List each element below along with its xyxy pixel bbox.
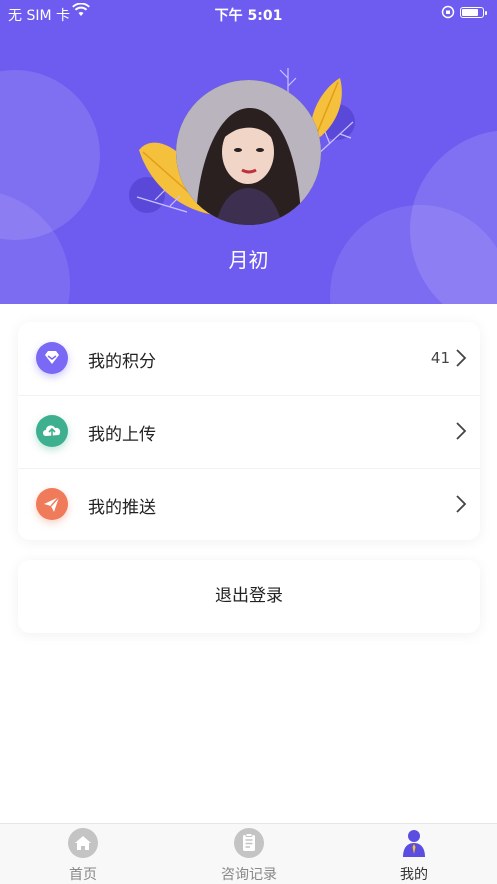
profile-person-icon <box>403 830 425 857</box>
tab-label: 我的 <box>400 867 428 883</box>
home-icon <box>68 828 98 858</box>
tab-home[interactable]: 首页 <box>0 824 166 884</box>
tab-label: 咨询记录 <box>221 867 277 883</box>
menu-item-push[interactable]: 我的推送 <box>18 468 480 540</box>
user-avatar[interactable] <box>176 80 321 225</box>
chevron-right-icon <box>456 349 467 367</box>
tab-consult-records[interactable]: 咨询记录 <box>166 824 332 884</box>
points-count: 41 <box>430 349 450 367</box>
points-diamond-icon <box>36 342 68 374</box>
tab-mine[interactable]: 我的 <box>331 824 497 884</box>
logout-button[interactable]: 退出登录 <box>18 560 480 633</box>
menu-item-label: 我的上传 <box>88 425 156 445</box>
clock-time: 下午 5:01 <box>214 8 283 24</box>
cloud-upload-icon <box>36 415 68 447</box>
paper-plane-icon <box>36 488 68 520</box>
rotation-lock-icon <box>441 5 455 23</box>
record-clipboard-icon <box>234 828 264 858</box>
battery-level <box>462 9 479 16</box>
menu-item-label: 我的推送 <box>88 498 156 518</box>
menu-card: 我的积分 41 我的上传 我的推送 <box>18 322 480 540</box>
profile-header: 无 SIM 卡 下午 5:01 月初 <box>0 0 497 304</box>
tab-label: 首页 <box>69 867 97 883</box>
username: 月初 <box>228 248 269 272</box>
tab-bar: 首页 咨询记录 我的 <box>0 823 497 884</box>
menu-item-uploads[interactable]: 我的上传 <box>18 395 480 467</box>
menu-item-label: 我的积分 <box>88 352 156 372</box>
chevron-right-icon <box>456 495 467 513</box>
menu-item-points[interactable]: 我的积分 41 <box>18 322 480 394</box>
status-bar: 无 SIM 卡 下午 5:01 <box>0 0 497 26</box>
battery-icon <box>460 7 487 18</box>
chevron-right-icon <box>456 422 467 440</box>
